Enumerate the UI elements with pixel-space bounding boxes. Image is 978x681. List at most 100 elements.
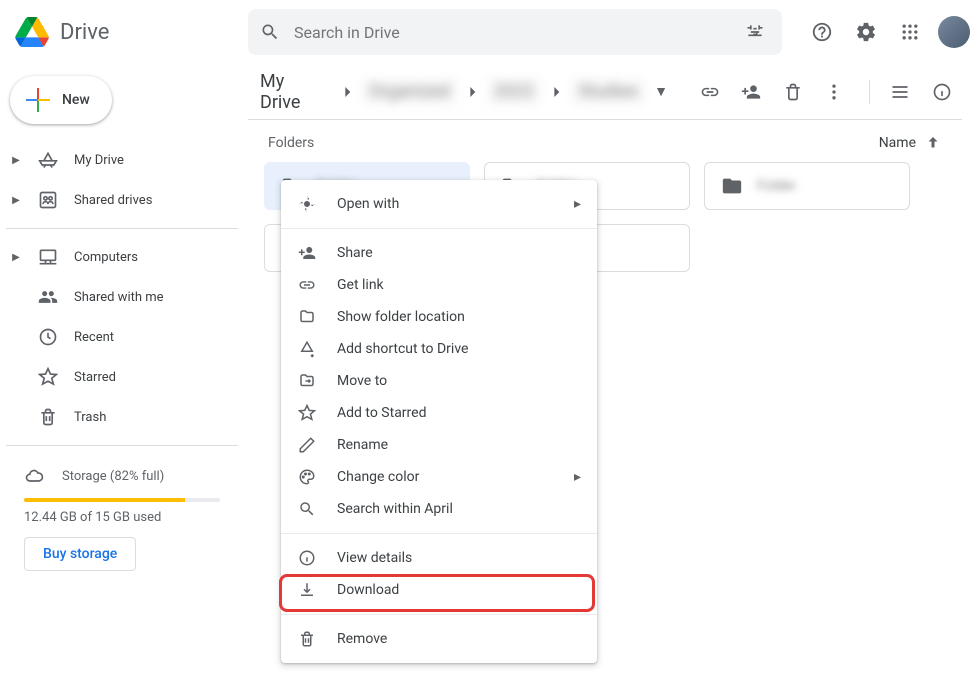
ctx-label: Add to Starred: [337, 405, 426, 421]
submenu-caret-icon: ▸: [574, 469, 581, 485]
submenu-caret-icon: ▸: [574, 196, 581, 212]
ctx-show-location[interactable]: Show folder location: [281, 301, 597, 333]
sort-column[interactable]: Name: [879, 134, 942, 152]
expand-caret-icon[interactable]: ▶: [10, 155, 22, 166]
breadcrumb-seg[interactable]: Studies: [570, 77, 646, 106]
download-icon: [297, 581, 317, 599]
ctx-share[interactable]: Share: [281, 237, 597, 269]
ctx-label: View details: [337, 550, 412, 566]
ctx-label: Add shortcut to Drive: [337, 341, 468, 357]
section-header: Folders Name: [248, 134, 962, 162]
ctx-view-details[interactable]: View details: [281, 542, 597, 574]
ctx-label: Rename: [337, 437, 388, 453]
person-add-icon: [297, 244, 317, 262]
folder-outline-icon: [297, 308, 317, 326]
my-drive-icon: [36, 150, 60, 170]
ctx-label: Open with: [337, 196, 399, 212]
ctx-search-within[interactable]: Search within April: [281, 493, 597, 525]
nav-label: Computers: [74, 250, 138, 265]
sidebar-item-shared-drives[interactable]: ▶ Shared drives: [6, 180, 238, 220]
drive-logo-icon: [12, 12, 52, 52]
get-link-button[interactable]: [691, 72, 728, 112]
ctx-add-shortcut[interactable]: Add shortcut to Drive: [281, 333, 597, 365]
trash-icon: [36, 407, 60, 427]
new-button[interactable]: New: [10, 76, 112, 124]
toolbar: My Drive Organized 2022 Studies ▼: [248, 64, 962, 120]
sidebar-item-trash[interactable]: Trash: [6, 397, 238, 437]
storage-label: Storage (82% full): [62, 469, 164, 484]
account-avatar[interactable]: [938, 16, 970, 48]
sidebar-item-recent[interactable]: Recent: [6, 317, 238, 357]
ctx-label: Move to: [337, 373, 387, 389]
arrow-up-icon: [924, 134, 942, 152]
header-actions: [782, 12, 970, 52]
palette-icon: [297, 468, 317, 486]
sidebar-item-my-drive[interactable]: ▶ My Drive: [6, 140, 238, 180]
delete-button[interactable]: [774, 72, 811, 112]
pencil-icon: [297, 436, 317, 454]
details-button[interactable]: [922, 72, 962, 112]
ctx-open-with[interactable]: Open with ▸: [281, 188, 597, 220]
ctx-get-link[interactable]: Get link: [281, 269, 597, 301]
new-button-label: New: [62, 92, 90, 108]
ctx-label: Show folder location: [337, 309, 465, 325]
chevron-right-icon: [337, 82, 357, 102]
ctx-label: Change color: [337, 469, 419, 485]
list-view-button[interactable]: [880, 72, 920, 112]
search-bar[interactable]: [248, 9, 782, 55]
cloud-icon: [24, 466, 44, 486]
search-icon: [297, 500, 317, 518]
ctx-change-color[interactable]: Change color ▸: [281, 461, 597, 493]
separator: [281, 228, 597, 229]
drive-shortcut-icon: [297, 340, 317, 358]
ctx-move-to[interactable]: Move to: [281, 365, 597, 397]
sidebar-item-shared-with-me[interactable]: Shared with me: [6, 277, 238, 317]
folders-label: Folders: [268, 135, 314, 151]
ctx-remove[interactable]: Remove: [281, 623, 597, 655]
search-icon: [260, 22, 280, 42]
sidebar-item-starred[interactable]: Starred: [6, 357, 238, 397]
app-name: Drive: [60, 20, 109, 45]
plus-icon: [26, 88, 50, 112]
expand-caret-icon[interactable]: ▶: [10, 195, 22, 206]
nav-label: Trash: [74, 410, 106, 425]
ctx-label: Remove: [337, 631, 387, 647]
ctx-label: Download: [337, 582, 399, 598]
link-icon: [297, 276, 317, 294]
breadcrumb-root[interactable]: My Drive: [252, 67, 333, 117]
nav-label: My Drive: [74, 153, 124, 168]
search-input[interactable]: [294, 23, 726, 42]
buy-storage-button[interactable]: Buy storage: [24, 537, 136, 571]
folder-icon: [721, 175, 743, 197]
clock-icon: [36, 327, 60, 347]
sidebar-item-computers[interactable]: ▶ Computers: [6, 237, 238, 277]
ctx-label: Search within April: [337, 501, 453, 517]
people-icon: [36, 287, 60, 307]
storage-fill: [24, 498, 185, 502]
share-button[interactable]: [733, 72, 770, 112]
nav-label: Recent: [74, 330, 114, 345]
settings-icon[interactable]: [846, 12, 886, 52]
nav-label: Starred: [74, 370, 116, 385]
expand-caret-icon[interactable]: ▶: [10, 252, 22, 263]
storage-row[interactable]: Storage (82% full): [6, 454, 238, 492]
apps-grid-icon[interactable]: [890, 12, 930, 52]
ctx-add-starred[interactable]: Add to Starred: [281, 397, 597, 429]
ctx-label: Share: [337, 245, 373, 261]
ctx-rename[interactable]: Rename: [281, 429, 597, 461]
breadcrumb-seg[interactable]: 2022: [486, 77, 542, 106]
nav-label: Shared drives: [74, 193, 152, 208]
header: Drive: [0, 0, 978, 64]
search-options-icon[interactable]: [740, 17, 770, 47]
chevron-right-icon: [462, 82, 482, 102]
storage-used-text: 12.44 GB of 15 GB used: [6, 510, 238, 537]
breadcrumb-seg[interactable]: Organized: [361, 77, 458, 106]
dropdown-caret-icon[interactable]: ▼: [654, 83, 668, 100]
info-icon: [297, 549, 317, 567]
more-options-button[interactable]: [815, 72, 852, 112]
ctx-download[interactable]: Download: [281, 574, 597, 606]
folder-card[interactable]: Folder: [704, 162, 910, 210]
chevron-right-icon: [546, 82, 566, 102]
support-icon[interactable]: [802, 12, 842, 52]
logo-area[interactable]: Drive: [12, 12, 248, 52]
